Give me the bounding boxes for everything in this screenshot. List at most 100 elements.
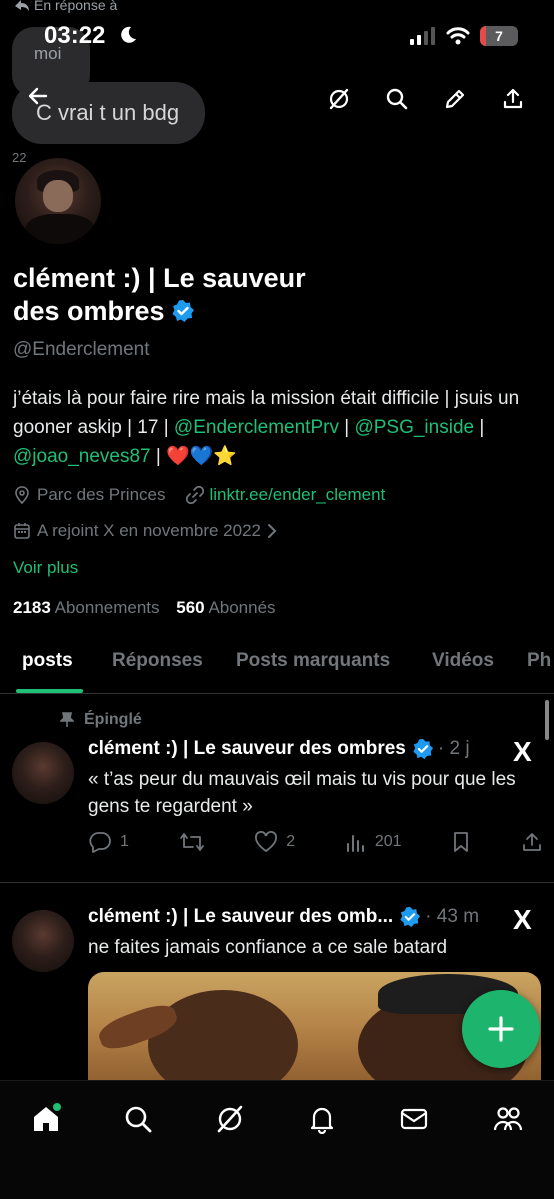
pinned-label: Épinglé (84, 711, 142, 728)
tweet-header: clément :) | Le sauveur des ombres · 2 j (88, 738, 470, 760)
nav-notifications[interactable] (304, 1101, 340, 1137)
profile-location: Parc des Princes (37, 485, 166, 504)
tab-posts[interactable]: posts (22, 650, 73, 672)
views-button[interactable]: 201 (345, 832, 402, 852)
tweet-avatar[interactable] (12, 742, 74, 804)
meme-figure-left (148, 990, 298, 1092)
grok-icon (217, 1105, 243, 1133)
followers-label: Abonnés (208, 598, 276, 617)
bio-mention-link-1[interactable]: @EnderclementPrv (174, 417, 339, 438)
tweet-avatar[interactable] (12, 910, 74, 972)
tweet-time: · 2 j (437, 738, 470, 759)
pinned-label-row: Épinglé (60, 711, 142, 729)
tab-videos[interactable]: Vidéos (432, 650, 494, 672)
profile-name-line1: clément :) | Le sauveur (13, 263, 306, 293)
compose-button[interactable] (462, 990, 540, 1068)
tweet-actions: 1 2 201 (88, 831, 543, 853)
calendar-icon (14, 523, 30, 539)
link-icon (185, 486, 204, 504)
profile-name: clément :) | Le sauveur des ombres (13, 262, 393, 328)
see-more-link[interactable]: Voir plus (13, 558, 78, 578)
wifi-icon (446, 27, 470, 45)
battery-level: 7 (495, 28, 503, 44)
profile-name-line2-wrap: des ombres (13, 295, 393, 328)
nav-communities[interactable] (490, 1101, 526, 1137)
tweet-text: « t’as peur du mauvais œil mais tu vis p… (88, 769, 516, 817)
plus-icon (488, 1016, 514, 1042)
share-icon (523, 833, 541, 851)
bookmark-button[interactable] (451, 831, 471, 853)
profile-meta-row: Parc des Princes linktr.ee/ender_clement (13, 485, 385, 505)
reply-button[interactable]: 1 (88, 831, 129, 853)
bookmark-icon (454, 832, 469, 852)
followers-count: 560 (176, 598, 205, 617)
reply-context-label: En réponse à (34, 0, 118, 13)
tweet-text: ne faites jamais confiance a ce sale bat… (88, 937, 448, 958)
profile-joined-date: A rejoint X en novembre 2022 (37, 521, 261, 540)
bio-emoji: | ❤️💙⭐ (150, 446, 238, 467)
pin-icon (60, 712, 74, 727)
bio-mention-link-3[interactable]: @joao_neves87 (13, 446, 151, 467)
pencil-icon (445, 89, 465, 109)
profile-joined-row[interactable]: A rejoint X en novembre 2022 (13, 521, 277, 541)
tweet-header: clément :) | Le sauveur des omb... · 43 … (88, 906, 479, 928)
following-link[interactable]: 2183 Abonnements (13, 598, 160, 617)
mail-icon (400, 1108, 428, 1130)
profile-bio: j’étais là pour faire rire mais la missi… (13, 384, 543, 471)
tweet-divider (0, 882, 554, 883)
like-button[interactable]: 2 (254, 831, 295, 853)
reply-context: En réponse à (14, 0, 117, 13)
chevron-right-icon (267, 524, 277, 538)
profile-name-line2: des ombres (13, 296, 165, 326)
bio-mention-link-2[interactable]: @PSG_inside (354, 417, 474, 438)
heart-icon (255, 831, 278, 853)
status-time: 03:22 (44, 22, 106, 49)
bottom-navigation (0, 1080, 554, 1199)
home-icon (34, 1103, 61, 1131)
verified-badge-icon (400, 906, 421, 928)
retweet-button[interactable] (179, 831, 205, 853)
following-label: Abonnements (54, 598, 160, 617)
profile-website-link[interactable]: linktr.ee/ender_clement (210, 485, 386, 505)
location-pin-icon (15, 486, 29, 504)
share-button[interactable] (498, 84, 528, 114)
arrow-left-icon (28, 87, 48, 105)
tab-photos[interactable]: Ph (527, 650, 551, 672)
nav-messages[interactable] (396, 1101, 432, 1137)
grok-icon (329, 88, 349, 110)
signal-icon (410, 27, 435, 45)
tab-active-indicator (16, 689, 83, 693)
tweet-author-name[interactable]: clément :) | Le sauveur des ombres (88, 738, 406, 760)
nav-home[interactable] (28, 1101, 64, 1137)
avatar-face (43, 180, 73, 212)
profile-tabs: posts Réponses Posts marquants Vidéos Ph (0, 640, 554, 694)
tweet-share-button[interactable] (521, 831, 543, 853)
tweet-time: · 43 m (425, 906, 480, 927)
grok-button[interactable] (324, 84, 354, 114)
profile-avatar[interactable] (12, 155, 104, 247)
status-indicators: 7 (410, 26, 518, 46)
reply-count: 1 (120, 833, 129, 850)
reply-arrow-icon (15, 0, 29, 11)
moon-icon (121, 26, 136, 43)
tweet-author-name[interactable]: clément :) | Le sauveur des omb... (88, 906, 393, 928)
x-logo-icon: X (513, 904, 532, 935)
header-actions (324, 84, 528, 114)
reply-icon (89, 832, 111, 853)
communities-icon (493, 1107, 523, 1131)
tab-replies[interactable]: Réponses (112, 650, 203, 672)
tab-highlights[interactable]: Posts marquants (236, 650, 390, 672)
search-button[interactable] (382, 84, 412, 114)
bio-separator-2: | (474, 417, 485, 438)
avatar-body (25, 214, 95, 244)
like-count: 2 (286, 833, 296, 850)
followers-link[interactable]: 560 Abonnés (176, 598, 275, 617)
search-icon (125, 1106, 152, 1133)
nav-search[interactable] (120, 1101, 156, 1137)
x-logo-icon: X (513, 736, 532, 767)
edit-button[interactable] (440, 84, 470, 114)
scrollbar[interactable] (545, 700, 549, 740)
back-button[interactable] (26, 84, 66, 114)
nav-grok[interactable] (212, 1101, 248, 1137)
following-count: 2183 (13, 598, 51, 617)
